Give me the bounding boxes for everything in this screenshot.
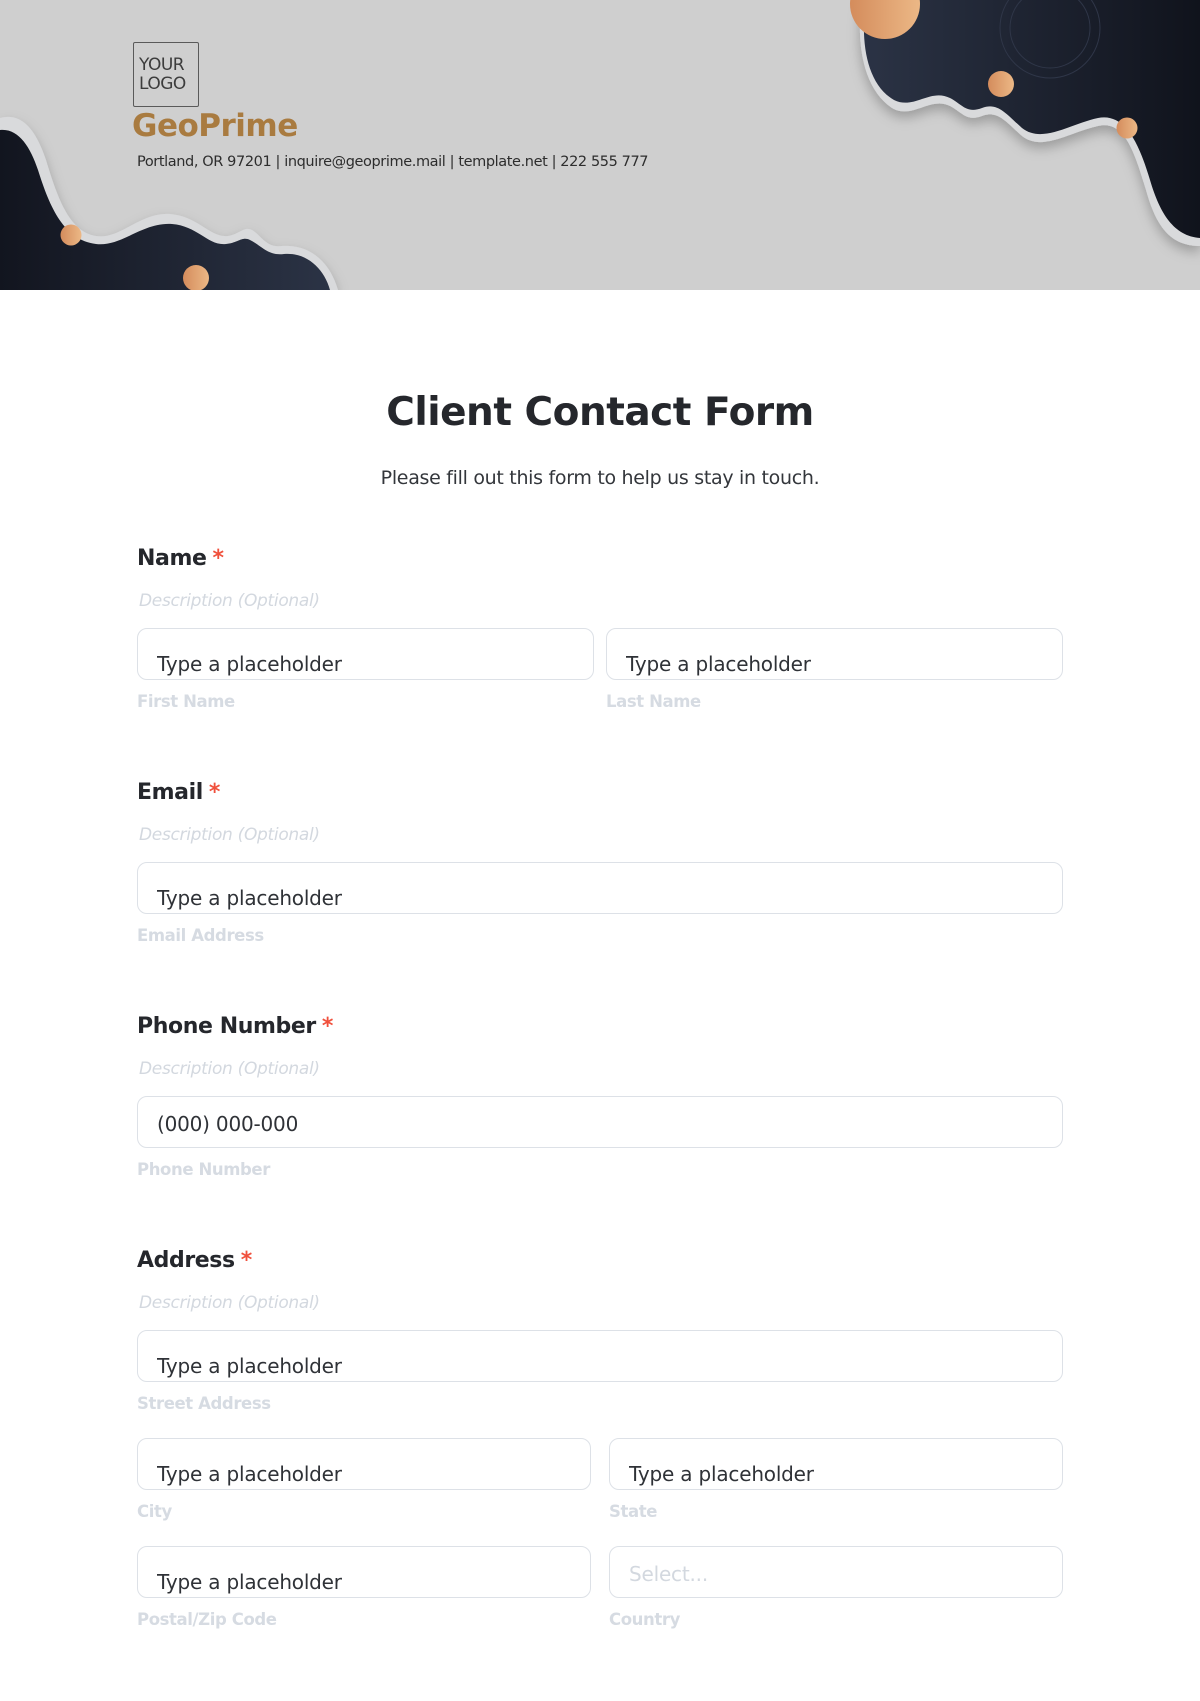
input-value: Type a placeholder — [157, 1570, 342, 1594]
city-sublabel: City — [137, 1502, 172, 1521]
company-name: GeoPrime — [132, 108, 298, 144]
first-name-sublabel: First Name — [137, 692, 235, 711]
first-name-input[interactable]: Type a placeholder — [137, 628, 594, 680]
form-subtitle: Please fill out this form to help us sta… — [380, 467, 820, 489]
question-label-name: Name * — [137, 546, 224, 571]
postal-code-input[interactable]: Type a placeholder — [137, 1546, 591, 1598]
input-value: Type a placeholder — [157, 652, 342, 676]
question-description: Description (Optional) — [139, 1293, 320, 1313]
input-value: Type a placeholder — [629, 1462, 814, 1486]
right-dot-small — [1116, 117, 1138, 139]
logo-text-line2: LOGO — [139, 73, 186, 94]
letterhead-banner: YOUR LOGO GeoPrime Portland, OR 97201 | … — [0, 0, 1200, 290]
input-value: (000) 000-000 — [157, 1112, 299, 1136]
street-address-sublabel: Street Address — [137, 1394, 271, 1413]
question-label-address: Address * — [137, 1248, 252, 1273]
question-description: Description (Optional) — [139, 1059, 320, 1079]
input-value: Type a placeholder — [626, 652, 811, 676]
email-sublabel: Email Address — [137, 926, 264, 945]
right-dot-medium — [988, 71, 1014, 97]
left-dot-medium — [183, 265, 209, 290]
phone-input[interactable]: (000) 000-000 — [137, 1096, 1063, 1148]
logo-placeholder: YOUR LOGO — [133, 42, 199, 107]
input-value: Type a placeholder — [157, 1354, 342, 1378]
input-value: Type a placeholder — [157, 886, 342, 910]
required-asterisk: * — [321, 1014, 334, 1039]
phone-sublabel: Phone Number — [137, 1160, 270, 1179]
required-asterisk: * — [212, 546, 225, 571]
company-contact-info: Portland, OR 97201 | inquire@geoprime.ma… — [137, 154, 649, 170]
label-text: Address — [137, 1248, 235, 1273]
left-dot-small — [60, 224, 82, 246]
street-address-input[interactable]: Type a placeholder — [137, 1330, 1063, 1382]
email-input[interactable]: Type a placeholder — [137, 862, 1063, 914]
select-placeholder: Select... — [629, 1562, 708, 1586]
state-input[interactable]: Type a placeholder — [609, 1438, 1063, 1490]
right-wave-blob — [863, 0, 1200, 238]
logo-text-line1: YOUR — [139, 54, 185, 75]
label-text: Email — [137, 780, 203, 805]
city-input[interactable]: Type a placeholder — [137, 1438, 591, 1490]
question-description: Description (Optional) — [139, 825, 320, 845]
label-text: Name — [137, 546, 207, 571]
state-sublabel: State — [609, 1502, 657, 1521]
input-value: Type a placeholder — [157, 1462, 342, 1486]
country-sublabel: Country — [609, 1610, 680, 1629]
question-label-phone: Phone Number * — [137, 1014, 333, 1039]
question-label-email: Email * — [137, 780, 220, 805]
country-select[interactable]: Select... — [609, 1546, 1063, 1598]
form-title: Client Contact Form — [386, 390, 814, 435]
label-text: Phone Number — [137, 1014, 316, 1039]
last-name-sublabel: Last Name — [606, 692, 701, 711]
required-asterisk: * — [208, 780, 221, 805]
required-asterisk: * — [240, 1248, 253, 1273]
question-description: Description (Optional) — [139, 591, 320, 611]
postal-code-sublabel: Postal/Zip Code — [137, 1610, 277, 1629]
last-name-input[interactable]: Type a placeholder — [606, 628, 1063, 680]
